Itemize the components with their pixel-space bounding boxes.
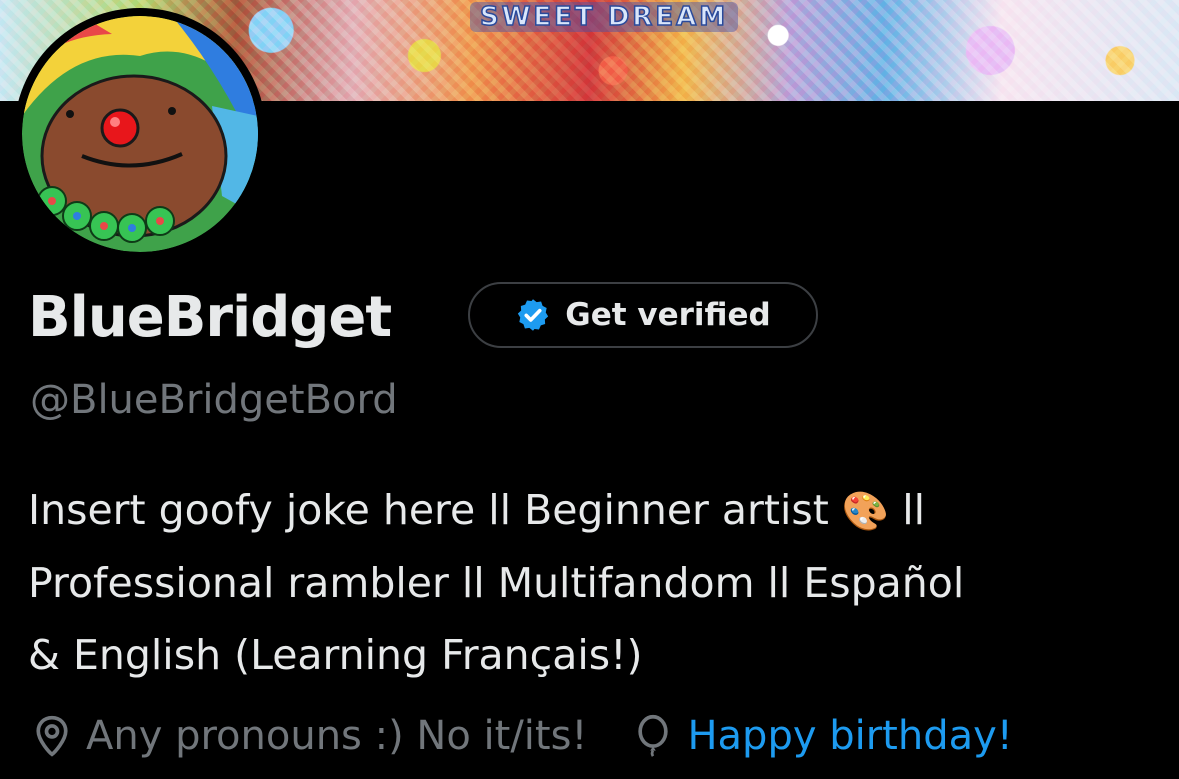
bio-line-1-text: Insert goofy joke here ll Beginner artis… [28,486,829,534]
location-pin-icon [36,715,68,757]
avatar-image [22,16,258,252]
location-text: Any pronouns :) No it/its! [86,713,588,759]
bio: Insert goofy joke here ll Beginner artis… [28,474,1158,691]
handle: @BlueBridgetBord [30,377,398,423]
get-verified-button[interactable]: Get verified [468,282,818,348]
avatar[interactable] [14,8,266,260]
verified-badge-icon [518,299,549,331]
bio-line-1-suffix: ll [902,486,926,534]
profile-meta: Any pronouns :) No it/its! Happy birthda… [30,706,1013,766]
display-name: BlueBridget [28,285,392,350]
bio-line-2: Professional rambler ll Multifandom ll E… [28,559,965,607]
get-verified-label: Get verified [565,297,771,333]
artist-palette-emoji: 🎨 [841,489,890,533]
banner-title: SWEET DREAM [470,1,739,33]
bio-line-3: & English (Learning Français!) [28,631,643,679]
birthday-link[interactable]: Happy birthday! [687,713,1012,759]
balloon-icon [638,714,669,757]
bio-line-1: Insert goofy joke here ll Beginner artis… [28,474,1158,547]
